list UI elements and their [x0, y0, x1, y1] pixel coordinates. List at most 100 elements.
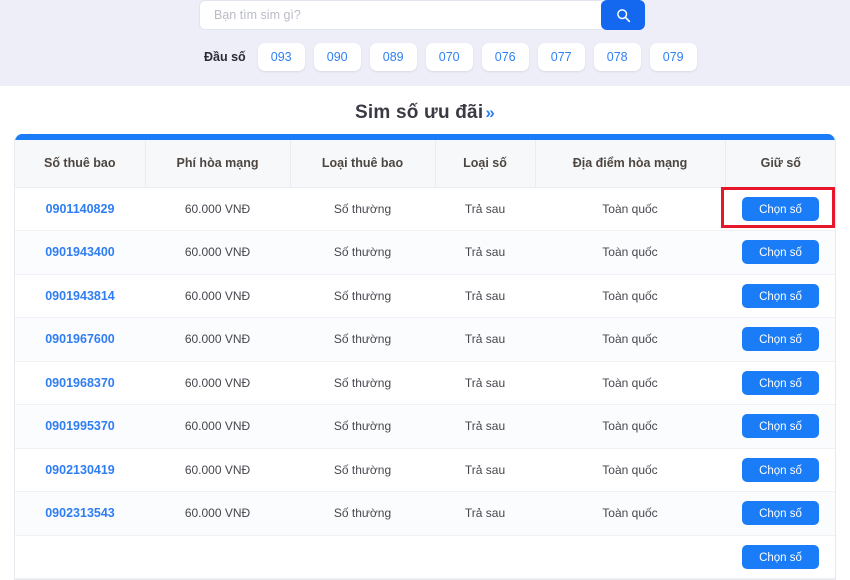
prefix-button-079[interactable]: 079 [649, 43, 697, 71]
search-button[interactable] [601, 0, 645, 30]
num-type-cell: Trả sau [435, 491, 535, 536]
prefix-button-089[interactable]: 089 [369, 43, 417, 71]
phone-number-link[interactable]: 0901967600 [15, 317, 145, 362]
prefix-button-078[interactable]: 078 [593, 43, 641, 71]
column-header-so-thue-bao: Số thuê bao [15, 140, 145, 188]
column-header-phi-hoa-mang: Phí hòa mạng [144, 140, 290, 188]
select-number-button[interactable]: Chọn số [742, 501, 819, 526]
sub-type-cell: Số thường [290, 361, 435, 405]
select-number-button[interactable]: Chọn số [742, 414, 819, 439]
search-input[interactable] [199, 0, 601, 30]
num-type-cell: Trả sau [435, 317, 535, 362]
location-cell: Toàn quốc [535, 491, 725, 536]
location-cell: Toàn quốc [535, 361, 725, 405]
sim-table-container: Số thuê bao Phí hòa mạng Loại thuê bao L… [14, 134, 836, 580]
phone-number-link[interactable]: 0902313543 [15, 491, 145, 536]
phone-number-link[interactable]: 0901140829 [15, 187, 145, 231]
sub-type-cell: Số thường [290, 187, 435, 231]
action-cell: Chọn số [725, 274, 835, 318]
action-cell: Chọn số [725, 317, 835, 362]
phone-number-link[interactable]: 0901968370 [15, 361, 145, 405]
prefix-button-070[interactable]: 070 [425, 43, 473, 71]
page-title: Sim số ưu đãi» [0, 102, 850, 124]
sub-type-cell: Số thường [290, 404, 435, 449]
location-cell: Toàn quốc [535, 448, 725, 492]
column-header-giu-so: Giữ số [724, 140, 835, 188]
num-type-cell: Trả sau [435, 274, 535, 318]
fee-cell: 60.000 VNĐ [145, 187, 290, 231]
num-type-cell: Trả sau [435, 404, 535, 449]
select-number-button[interactable]: Chọn số [742, 196, 819, 221]
prefix-button-077[interactable]: 077 [537, 43, 585, 71]
prefix-button-093[interactable]: 093 [257, 43, 305, 71]
action-cell: Chọn số [725, 404, 835, 449]
action-cell: Chọn số [725, 187, 835, 231]
table-row[interactable]: 0901943814 60.000 VNĐ Số thường Trả sau … [15, 274, 835, 318]
action-cell: Chọn số [725, 535, 835, 579]
num-type-cell: Trả sau [435, 448, 535, 492]
table-row[interactable]: 0902313543 60.000 VNĐ Số thường Trả sau … [15, 491, 835, 536]
sub-type-cell: Số thường [290, 230, 435, 275]
phone-number-link[interactable]: 0901943814 [15, 274, 145, 318]
fee-cell: 60.000 VNĐ [145, 317, 290, 362]
sim-table: Số thuê bao Phí hòa mạng Loại thuê bao L… [15, 140, 835, 579]
select-number-button[interactable]: Chọn số [742, 544, 819, 569]
location-cell [535, 535, 725, 579]
page-title-text: Sim số ưu đãi [355, 102, 484, 123]
phone-number-link[interactable]: 0901995370 [15, 404, 145, 449]
sub-type-cell: Số thường [290, 491, 435, 536]
fee-cell: 60.000 VNĐ [145, 274, 290, 318]
prefix-button-076[interactable]: 076 [481, 43, 529, 71]
phone-number-link[interactable] [15, 535, 145, 579]
prefix-button-090[interactable]: 090 [313, 43, 361, 71]
table-header-row: Số thuê bao Phí hòa mạng Loại thuê bao L… [15, 140, 835, 188]
table-row[interactable]: 0901140829 60.000 VNĐ Số thường Trả sau … [15, 187, 835, 231]
table-row[interactable]: 0901995370 60.000 VNĐ Số thường Trả sau … [15, 404, 835, 449]
sub-type-cell: Số thường [290, 448, 435, 492]
phone-number-link[interactable]: 0902130419 [15, 448, 145, 492]
select-number-button[interactable]: Chọn số [742, 457, 819, 482]
num-type-cell: Trả sau [435, 230, 535, 275]
location-cell: Toàn quốc [535, 230, 725, 275]
sub-type-cell [290, 535, 435, 579]
table-row[interactable]: 0901968370 60.000 VNĐ Số thường Trả sau … [15, 361, 835, 405]
location-cell: Toàn quốc [535, 274, 725, 318]
double-chevron-right-icon[interactable]: » [485, 103, 495, 122]
prefix-filter-label: Đầu số [204, 50, 246, 64]
select-number-button[interactable]: Chọn số [742, 327, 819, 352]
search-bar [199, 0, 645, 30]
table-row[interactable]: 0901943400 60.000 VNĐ Số thường Trả sau … [15, 230, 835, 275]
search-icon [616, 8, 631, 23]
fee-cell: 60.000 VNĐ [145, 361, 290, 405]
sub-type-cell: Số thường [290, 274, 435, 318]
table-row[interactable]: 0901967600 60.000 VNĐ Số thường Trả sau … [15, 317, 835, 362]
action-cell: Chọn số [725, 491, 835, 536]
table-row[interactable]: 0902130419 60.000 VNĐ Số thường Trả sau … [15, 448, 835, 492]
action-cell: Chọn số [725, 230, 835, 275]
action-cell: Chọn số [725, 448, 835, 492]
location-cell: Toàn quốc [535, 404, 725, 449]
phone-number-link[interactable]: 0901943400 [15, 230, 145, 275]
table-row[interactable]: Chọn số [15, 535, 835, 579]
column-header-loai-so: Loại số [434, 140, 535, 188]
select-number-button[interactable]: Chọn số [742, 240, 819, 265]
column-header-dia-diem-hoa-mang: Địa điểm hòa mạng [534, 140, 725, 188]
select-number-button[interactable]: Chọn số [742, 370, 819, 395]
fee-cell: 60.000 VNĐ [145, 448, 290, 492]
sim-table-body: 0901140829 60.000 VNĐ Số thường Trả sau … [15, 187, 835, 579]
location-cell: Toàn quốc [535, 187, 725, 231]
search-banner: Đầu số 093 090 089 070 076 077 078 079 [0, 0, 850, 86]
num-type-cell: Trả sau [435, 187, 535, 231]
fee-cell: 60.000 VNĐ [145, 230, 290, 275]
fee-cell: 60.000 VNĐ [145, 491, 290, 536]
fee-cell [145, 535, 290, 579]
column-header-loai-thue-bao: Loại thuê bao [289, 140, 435, 188]
num-type-cell: Trả sau [435, 361, 535, 405]
fee-cell: 60.000 VNĐ [145, 404, 290, 449]
select-number-button[interactable]: Chọn số [742, 283, 819, 308]
sub-type-cell: Số thường [290, 317, 435, 362]
num-type-cell [435, 535, 535, 579]
location-cell: Toàn quốc [535, 317, 725, 362]
prefix-filter: Đầu số 093 090 089 070 076 077 078 079 [204, 43, 697, 71]
action-cell: Chọn số [725, 361, 835, 405]
